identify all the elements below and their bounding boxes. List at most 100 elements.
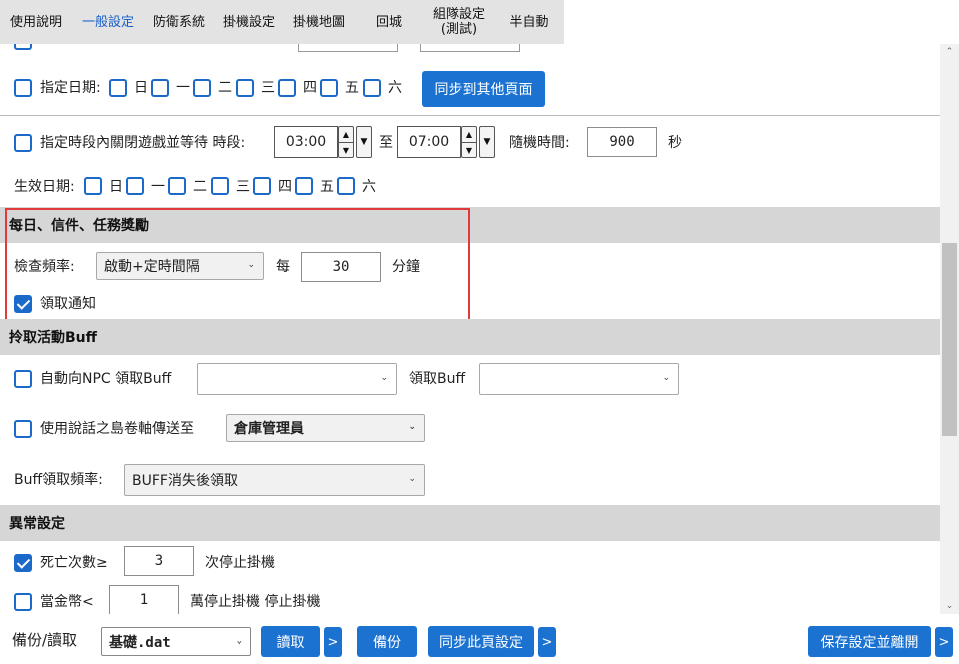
tab-defense[interactable]: 防衛系統 <box>144 0 214 44</box>
spin-up-icon[interactable]: ▲ <box>339 127 353 142</box>
backup-file-select[interactable]: 基礎.dat ⌄ <box>101 627 251 656</box>
money-suffix: 萬停止掛機 停止掛機 <box>190 594 321 610</box>
random-time-label: 隨機時間: <box>509 135 570 151</box>
eff-day-label-wed: 三 <box>236 179 250 195</box>
get-buff-select[interactable]: ⌄ <box>479 363 679 395</box>
eff-day-checkbox-thu[interactable] <box>253 177 271 195</box>
buff-frequency-value: BUFF消失後領取 <box>132 473 238 489</box>
day-checkbox-sat[interactable] <box>363 79 381 97</box>
specify-date-label: 指定日期: <box>40 80 101 96</box>
time-range-checkbox[interactable] <box>14 134 32 152</box>
sync-page-settings-button[interactable]: 同步此頁設定 <box>428 626 534 657</box>
eff-day-checkbox-tue[interactable] <box>168 177 186 195</box>
effective-date-label: 生效日期: <box>14 179 75 195</box>
day-label-wed: 三 <box>261 80 275 96</box>
buff-section-header: 拎取活動Buff <box>0 319 940 355</box>
money-checkbox[interactable] <box>14 593 32 611</box>
end-time-dropdown[interactable]: ▼ <box>479 126 495 158</box>
backup-file-value: 基礎.dat <box>109 634 171 651</box>
eff-day-checkbox-fri[interactable] <box>295 177 313 195</box>
vertical-scrollbar[interactable]: ⌃ ⌄ <box>940 44 959 614</box>
day-checkbox-wed[interactable] <box>236 79 254 97</box>
npc-buff-select[interactable]: ⌄ <box>197 363 397 395</box>
eff-day-checkbox-sat[interactable] <box>337 177 355 195</box>
start-time-spinner[interactable]: ▲ ▼ <box>338 126 354 158</box>
tab-general-settings[interactable]: 一般設定 <box>72 0 144 44</box>
backup-read-label: 備份/讀取 <box>12 631 78 649</box>
money-label: 當金幣< <box>40 594 94 610</box>
spin-down-icon[interactable]: ▼ <box>339 142 353 157</box>
death-count-suffix: 次停止掛機 <box>205 555 275 571</box>
npc-buff-checkbox[interactable] <box>14 370 32 388</box>
spin-down-icon[interactable]: ▼ <box>462 142 476 157</box>
buff-frequency-label: Buff領取頻率: <box>14 472 103 488</box>
tab-help[interactable]: 使用說明 <box>0 0 72 44</box>
day-label-thu: 四 <box>303 80 317 96</box>
tab-return-town[interactable]: 回城 <box>354 0 424 44</box>
save-more-button[interactable]: > <box>935 627 953 657</box>
start-time-dropdown[interactable]: ▼ <box>356 126 372 158</box>
scroll-down-icon[interactable]: ⌄ <box>940 598 959 614</box>
money-input[interactable]: 1 <box>109 585 179 614</box>
time-range-label: 指定時段內關閉遊戲並等待 時段: <box>40 135 246 151</box>
eff-day-checkbox-sun[interactable] <box>84 177 102 195</box>
eff-day-label-sun: 日 <box>109 179 123 195</box>
sync-more-button[interactable]: > <box>538 627 556 657</box>
day-label-mon: 一 <box>176 80 190 96</box>
tab-party[interactable]: 組隊設定 (測試) <box>424 0 494 44</box>
day-label-fri: 五 <box>345 80 359 96</box>
chevron-down-icon: ⌄ <box>662 373 670 383</box>
death-count-checkbox[interactable] <box>14 554 32 572</box>
scroll-teleport-value: 倉庫管理員 <box>234 421 304 437</box>
scrollbar-thumb[interactable] <box>942 243 957 436</box>
bottom-bar: 備份/讀取 基礎.dat ⌄ 讀取 > 備份 同步此頁設定 > 保存設定並離開 … <box>0 614 959 664</box>
scroll-teleport-checkbox[interactable] <box>14 420 32 438</box>
npc-buff-label: 自動向NPC 領取Buff <box>40 371 172 387</box>
day-checkbox-tue[interactable] <box>193 79 211 97</box>
chevron-down-icon: ⌄ <box>408 422 416 432</box>
read-button[interactable]: 讀取 <box>261 626 320 657</box>
day-checkbox-sun[interactable] <box>109 79 127 97</box>
to-label: 至 <box>379 135 393 151</box>
eff-day-label-mon: 一 <box>151 179 165 195</box>
start-time-input[interactable]: 03:00 <box>274 126 338 158</box>
abnormal-section-header: 異常設定 <box>0 505 940 541</box>
clipped-time-input-2[interactable] <box>420 44 520 52</box>
day-label-tue: 二 <box>218 80 232 96</box>
tab-idle-map[interactable]: 掛機地圖 <box>284 0 354 44</box>
settings-panel: 指定日期: 日 一 二 三 四 五 六 同步到其他頁面 指定時段內關閉遊戲並等待… <box>0 44 940 614</box>
clipped-time-input[interactable] <box>298 44 398 52</box>
tab-bar: 使用說明 一般設定 防衛系統 掛機設定 掛機地圖 回城 組隊設定 (測試) 半自… <box>0 0 564 44</box>
clipped-checkbox[interactable] <box>14 44 32 50</box>
backup-button[interactable]: 備份 <box>357 626 417 657</box>
specify-date-checkbox[interactable] <box>14 79 32 97</box>
day-label-sun: 日 <box>134 80 148 96</box>
scroll-up-icon[interactable]: ⌃ <box>940 44 959 60</box>
highlight-box <box>5 208 470 322</box>
death-count-input[interactable]: 3 <box>124 546 194 576</box>
save-and-exit-button[interactable]: 保存設定並離開 <box>808 626 931 657</box>
eff-day-label-fri: 五 <box>320 179 334 195</box>
scroll-teleport-select[interactable]: 倉庫管理員 ⌄ <box>226 414 425 442</box>
eff-day-checkbox-mon[interactable] <box>126 177 144 195</box>
day-checkbox-mon[interactable] <box>151 79 169 97</box>
read-more-button[interactable]: > <box>324 627 342 657</box>
spin-up-icon[interactable]: ▲ <box>462 127 476 142</box>
eff-day-label-sat: 六 <box>362 179 376 195</box>
tab-idle-settings[interactable]: 掛機設定 <box>214 0 284 44</box>
chevron-down-icon: ⌄ <box>380 373 388 383</box>
buff-frequency-select[interactable]: BUFF消失後領取 ⌄ <box>124 464 425 496</box>
day-checkbox-fri[interactable] <box>320 79 338 97</box>
chevron-down-icon: ⌄ <box>236 635 242 646</box>
sync-to-other-pages-button[interactable]: 同步到其他頁面 <box>422 71 545 107</box>
eff-day-checkbox-wed[interactable] <box>211 177 229 195</box>
end-time-input[interactable]: 07:00 <box>397 126 461 158</box>
chevron-down-icon: ⌄ <box>408 474 416 484</box>
day-checkbox-thu[interactable] <box>278 79 296 97</box>
tab-semi-auto[interactable]: 半自動 <box>494 0 564 44</box>
random-time-input[interactable]: 900 <box>587 127 657 157</box>
end-time-spinner[interactable]: ▲ ▼ <box>461 126 477 158</box>
divider <box>0 115 940 116</box>
get-buff-label: 領取Buff <box>409 371 466 387</box>
scroll-teleport-label: 使用說話之島卷軸傳送至 <box>40 421 194 437</box>
